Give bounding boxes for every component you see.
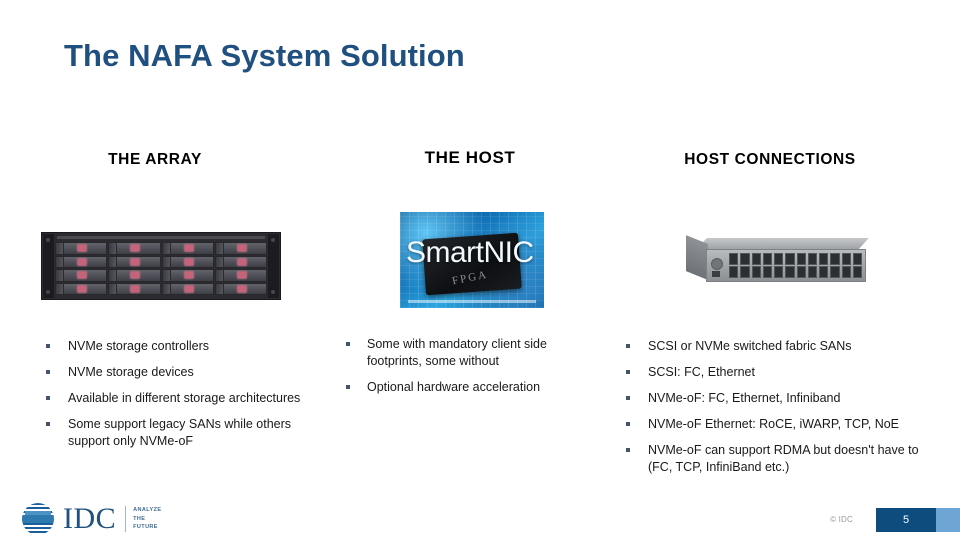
list-item: SCSI: FC, Ethernet	[620, 364, 920, 381]
list-item: Available in different storage architect…	[40, 390, 302, 407]
list-item: NVMe-oF can support RDMA but doesn't hav…	[620, 442, 920, 476]
page-bar-accent	[936, 508, 960, 532]
drive-bay	[108, 282, 161, 295]
drive-bay	[214, 255, 267, 268]
drive-bay	[55, 269, 108, 282]
list-item: NVMe storage controllers	[40, 338, 302, 355]
idc-tagline-line-2: THE	[133, 515, 146, 522]
idc-tagline: ANALYZE THE FUTURE	[133, 506, 161, 532]
copyright-notice: © IDC	[830, 515, 853, 524]
bullet-list-host-connections: SCSI or NVMe switched fabric SANs SCSI: …	[620, 338, 920, 485]
array-rack-ear-right	[268, 234, 279, 298]
switch-console-port	[712, 271, 720, 277]
list-item: SCSI or NVMe switched fabric SANs	[620, 338, 920, 355]
bullet-list-the-host: Some with mandatory client side footprin…	[340, 336, 588, 405]
column-header-the-host: THE HOST	[424, 148, 516, 167]
list-item: Some with mandatory client side footprin…	[340, 336, 588, 370]
drive-bay	[55, 242, 108, 255]
column-header-the-array: THE ARRAY	[108, 151, 202, 168]
list-item: NVMe-oF Ethernet: RoCE, iWARP, TCP, NoE	[620, 416, 920, 433]
drive-bay	[161, 282, 214, 295]
bullet-list-the-array: NVMe storage controllers NVMe storage de…	[40, 338, 302, 459]
drive-bay	[108, 269, 161, 282]
page-number: 5	[876, 508, 936, 532]
switch-side-face	[686, 235, 708, 280]
idc-logo: IDC ANALYZE THE FUTURE	[22, 502, 212, 536]
idc-wordmark: IDC	[63, 502, 117, 535]
column-header-host-connections: HOST CONNECTIONS	[684, 151, 856, 168]
array-drive-bay-grid	[55, 242, 267, 295]
list-item: Optional hardware acceleration	[340, 379, 588, 396]
storage-array-image	[41, 232, 281, 300]
switch-mgmt-port	[711, 258, 723, 270]
drive-bay	[161, 242, 214, 255]
drive-bay	[55, 282, 108, 295]
switch-front-panel	[706, 249, 866, 282]
idc-globe-icon	[22, 503, 54, 535]
idc-tagline-line-1: ANALYZE	[133, 507, 162, 514]
drive-bay	[214, 282, 267, 295]
drive-bay	[214, 269, 267, 282]
logo-divider	[125, 506, 127, 532]
board-edge-connector	[408, 300, 536, 303]
list-item: NVMe storage devices	[40, 364, 302, 381]
drive-bay	[108, 242, 161, 255]
drive-bay	[108, 255, 161, 268]
array-rack-ear-left	[43, 234, 54, 298]
drive-bay	[161, 255, 214, 268]
drive-bay	[214, 242, 267, 255]
smartnic-image: FPGA SmartNIC	[400, 212, 544, 308]
network-switch-image	[686, 235, 869, 288]
drive-bay	[161, 269, 214, 282]
array-top-trim	[57, 236, 265, 239]
drive-bay	[55, 255, 108, 268]
list-item: Some support legacy SANs while others su…	[40, 416, 302, 450]
list-item: NVMe-oF: FC, Ethernet, Infiniband	[620, 390, 920, 407]
smartnic-caption: SmartNIC	[406, 236, 534, 269]
switch-port-grid	[729, 253, 862, 278]
idc-tagline-line-3: FUTURE	[133, 524, 158, 531]
page-title: The NAFA System Solution	[64, 38, 465, 73]
